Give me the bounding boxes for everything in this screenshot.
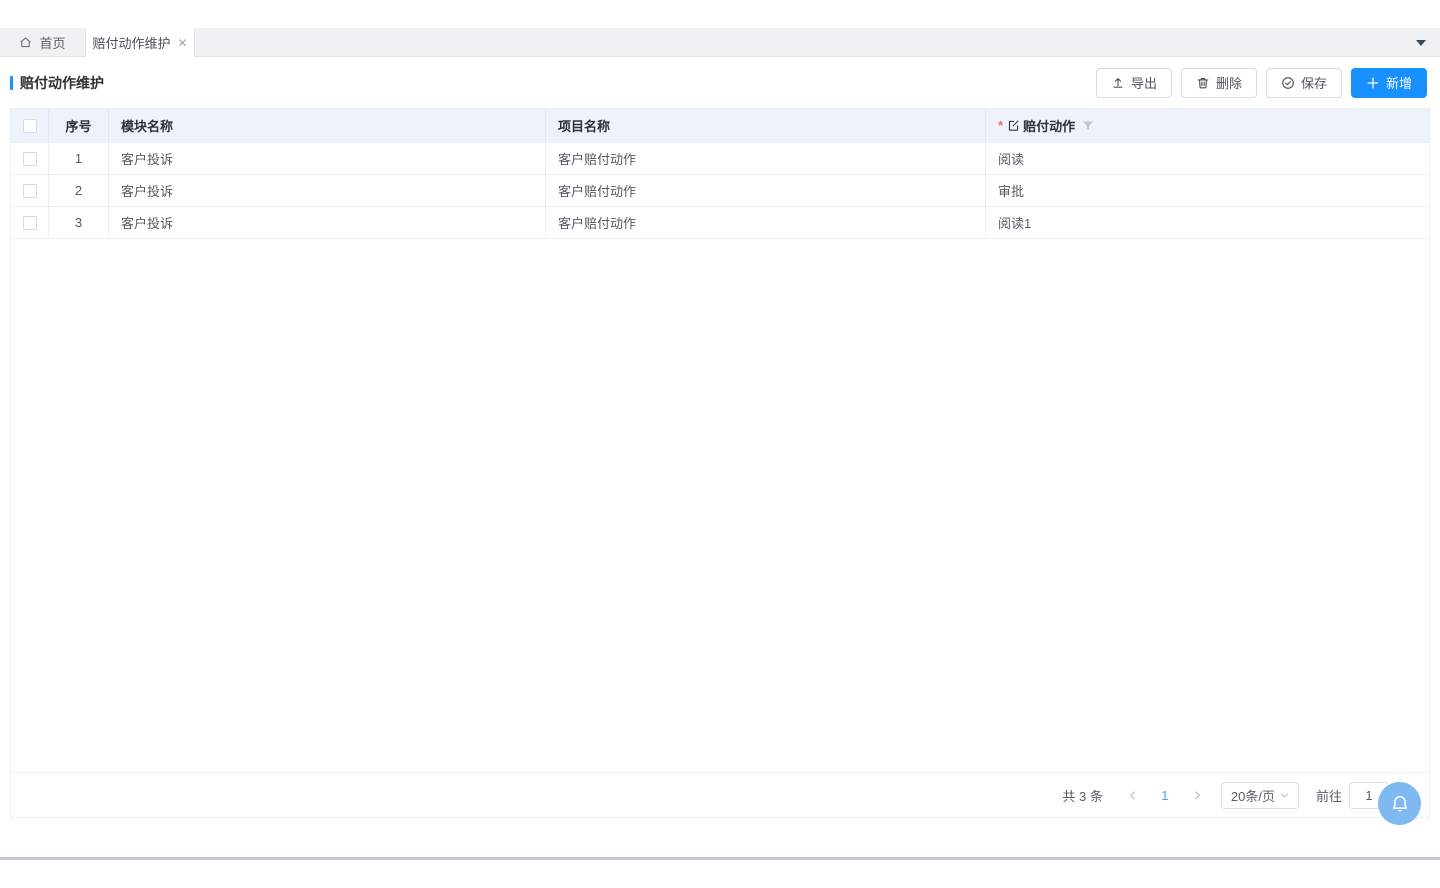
page-size-value: 20条/页 <box>1231 786 1275 805</box>
chevron-down-icon <box>1280 791 1289 800</box>
add-button-label: 新增 <box>1386 73 1412 92</box>
tab-active[interactable]: 赔付动作维护 ✕ <box>85 28 195 57</box>
row-checkbox-cell <box>11 207 49 238</box>
cell-action[interactable]: 审批 <box>986 175 1429 206</box>
tab-home[interactable]: 首页 <box>0 28 85 56</box>
cell-project: 客户赔付动作 <box>546 175 986 206</box>
notification-bell-button[interactable] <box>1378 782 1421 825</box>
export-button[interactable]: 导出 <box>1096 68 1172 98</box>
cell-action[interactable]: 阅读1 <box>986 207 1429 238</box>
row-checkbox[interactable] <box>23 184 37 198</box>
table-row[interactable]: 1 客户投诉 客户赔付动作 阅读 <box>11 143 1429 175</box>
select-all-checkbox[interactable] <box>23 119 37 133</box>
save-button[interactable]: 保存 <box>1266 68 1342 98</box>
row-checkbox-cell <box>11 175 49 206</box>
header-action-label: 赔付动作 <box>1023 116 1075 135</box>
delete-button[interactable]: 删除 <box>1181 68 1257 98</box>
toolbar-buttons: 导出 删除 保存 新增 <box>1096 68 1427 98</box>
cell-index: 3 <box>49 207 109 238</box>
next-page-button[interactable] <box>1186 790 1209 801</box>
cell-index: 1 <box>49 143 109 174</box>
header-module: 模块名称 <box>109 109 546 142</box>
plus-icon <box>1366 76 1380 90</box>
filter-icon[interactable] <box>1082 120 1094 132</box>
page-size-select[interactable]: 20条/页 <box>1221 782 1299 809</box>
edit-icon <box>1007 119 1020 132</box>
header-checkbox-cell <box>11 109 49 142</box>
row-checkbox-cell <box>11 143 49 174</box>
home-icon <box>19 36 32 49</box>
export-button-label: 导出 <box>1131 73 1157 92</box>
cell-project: 客户赔付动作 <box>546 143 986 174</box>
cell-module: 客户投诉 <box>109 207 546 238</box>
delete-button-label: 删除 <box>1216 73 1242 92</box>
save-button-label: 保存 <box>1301 73 1327 92</box>
pagination-bar: 共 3 条 1 20条/页 前往 页 <box>11 772 1429 817</box>
jump-prefix-label: 前往 <box>1316 786 1342 805</box>
cell-action[interactable]: 阅读 <box>986 143 1429 174</box>
export-icon <box>1111 76 1125 90</box>
check-circle-icon <box>1281 76 1295 90</box>
prev-page-button[interactable] <box>1121 790 1144 801</box>
cell-module: 客户投诉 <box>109 175 546 206</box>
bell-icon <box>1389 793 1411 815</box>
table-row[interactable]: 3 客户投诉 客户赔付动作 阅读1 <box>11 207 1429 239</box>
pagination-total: 共 3 条 <box>1062 786 1102 805</box>
tab-bar: 首页 赔付动作维护 ✕ <box>0 28 1440 57</box>
toolbar: 赔付动作维护 导出 删除 保存 新增 <box>0 57 1440 108</box>
cell-project: 客户赔付动作 <box>546 207 986 238</box>
page-title-text: 赔付动作维护 <box>20 73 104 93</box>
required-mark: * <box>998 118 1003 133</box>
header-index: 序号 <box>49 109 109 142</box>
cell-module: 客户投诉 <box>109 143 546 174</box>
table-empty-space <box>11 239 1429 772</box>
trash-icon <box>1196 76 1210 90</box>
cell-index: 2 <box>49 175 109 206</box>
table-header-row: 序号 模块名称 项目名称 * 赔付动作 <box>11 109 1429 143</box>
tab-active-label: 赔付动作维护 <box>92 33 170 52</box>
tab-home-label: 首页 <box>39 33 65 52</box>
page-number-1[interactable]: 1 <box>1150 788 1180 803</box>
close-icon[interactable]: ✕ <box>177 37 187 49</box>
header-project: 项目名称 <box>546 109 986 142</box>
row-checkbox[interactable] <box>23 152 37 166</box>
page-title: 赔付动作维护 <box>10 73 104 93</box>
table-row[interactable]: 2 客户投诉 客户赔付动作 审批 <box>11 175 1429 207</box>
title-accent-bar <box>10 76 13 90</box>
header-action: * 赔付动作 <box>986 109 1429 142</box>
row-checkbox[interactable] <box>23 216 37 230</box>
add-button[interactable]: 新增 <box>1351 68 1427 98</box>
tab-list-dropdown-caret-icon[interactable] <box>1416 40 1426 46</box>
data-table: 序号 模块名称 项目名称 * 赔付动作 1 客户投诉 客户赔付动作 阅读 2 客… <box>10 108 1430 818</box>
